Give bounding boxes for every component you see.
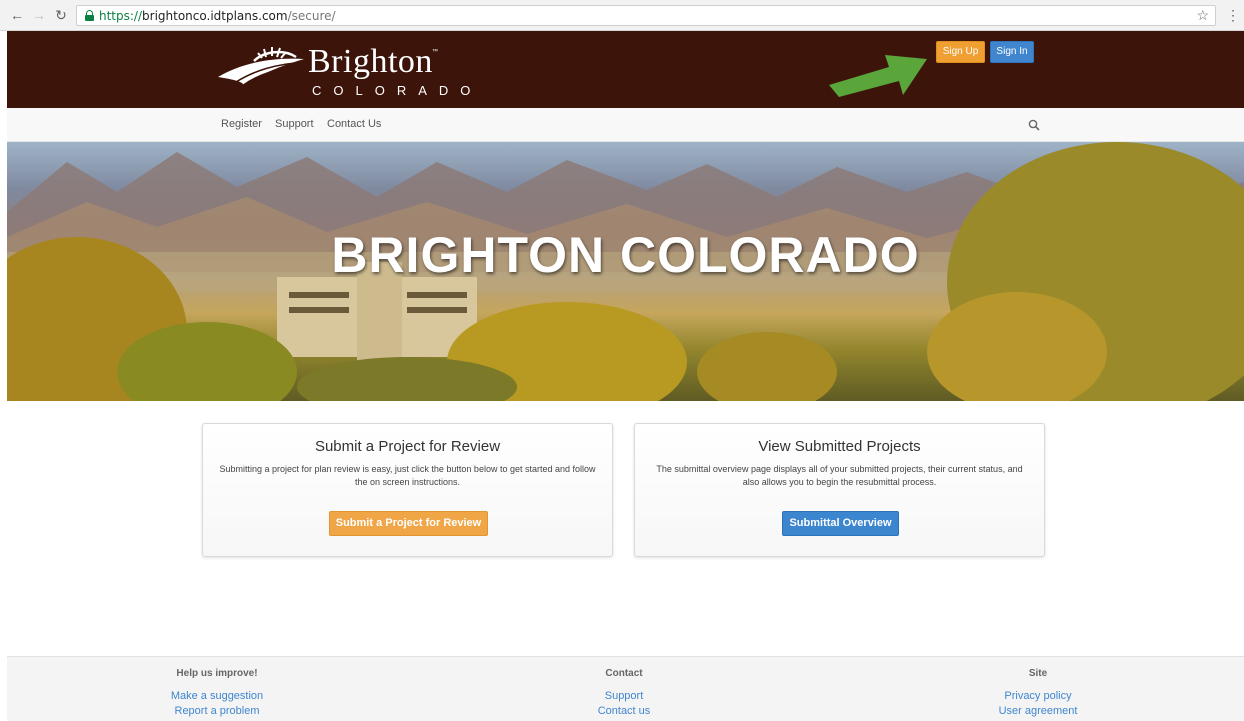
footer-support-link[interactable]: Support xyxy=(524,690,724,702)
browser-chrome: ← → ↻ https://brightonco.idtplans.com/se… xyxy=(0,0,1244,31)
nav-contact-us-link[interactable]: Contact Us xyxy=(327,118,381,130)
footer-heading: Contact xyxy=(605,668,643,679)
green-arrow-icon xyxy=(829,55,927,97)
footer-heading: Site xyxy=(1028,668,1048,679)
url-text: https://brightonco.idtplans.com/secure/ xyxy=(99,9,336,23)
site-header: Brighton ™ COLORADO Sign Up Sign In xyxy=(7,31,1244,108)
panel-description: The submittal overview page displays all… xyxy=(656,464,1023,487)
submit-project-panel: Submit a Project for Review Submitting a… xyxy=(202,423,613,557)
back-arrow-icon[interactable]: ← xyxy=(8,6,26,24)
nav-register-link[interactable]: Register xyxy=(221,118,262,130)
logo-wordmark: Brighton xyxy=(308,43,433,80)
reload-icon[interactable]: ↻ xyxy=(52,6,70,24)
submit-project-button[interactable]: Submit a Project for Review xyxy=(329,511,488,536)
make-suggestion-link[interactable]: Make a suggestion xyxy=(117,690,317,702)
logo-trademark: ™ xyxy=(432,49,438,55)
search-icon[interactable] xyxy=(1028,119,1040,131)
address-bar[interactable]: https://brightonco.idtplans.com/secure/ … xyxy=(76,5,1216,26)
report-problem-link[interactable]: Report a problem xyxy=(117,705,317,717)
forward-arrow-icon[interactable]: → xyxy=(30,6,48,24)
footer-column-contact: Contact Support Contact us xyxy=(524,657,724,717)
hero-title: BRIGHTON COLORADO xyxy=(331,227,920,283)
sign-up-button[interactable]: Sign Up xyxy=(936,41,985,63)
footer-column-help: Help us improve! Make a suggestion Repor… xyxy=(117,657,317,717)
panel-title: Submit a Project for Review xyxy=(314,438,501,455)
menu-kebab-icon[interactable]: ⋮ xyxy=(1226,6,1240,24)
submittal-overview-button[interactable]: Submittal Overview xyxy=(782,511,899,536)
panel-description: Submitting a project for plan review is … xyxy=(219,464,596,487)
nav-support-link[interactable]: Support xyxy=(275,118,314,130)
footer-contact-us-link[interactable]: Contact us xyxy=(524,705,724,717)
lock-icon xyxy=(85,10,94,21)
user-agreement-link[interactable]: User agreement xyxy=(938,705,1138,717)
brighton-logo[interactable]: Brighton ™ COLORADO xyxy=(214,39,470,101)
bookmark-star-icon[interactable]: ☆ xyxy=(1196,7,1209,24)
logo-subtitle: COLORADO xyxy=(312,83,483,98)
site-footer: Help us improve! Make a suggestion Repor… xyxy=(7,656,1244,721)
privacy-policy-link[interactable]: Privacy policy xyxy=(938,690,1138,702)
sign-in-button[interactable]: Sign In xyxy=(990,41,1034,63)
hero-banner: BRIGHTON COLORADO xyxy=(7,142,1244,401)
view-projects-panel: View Submitted Projects The submittal ov… xyxy=(634,423,1045,557)
panel-title: View Submitted Projects xyxy=(758,438,921,455)
footer-heading: Help us improve! xyxy=(176,668,258,679)
logo-swoosh-icon xyxy=(218,47,307,86)
footer-column-site: Site Privacy policy User agreement xyxy=(938,657,1138,717)
nav-bar: Register Support Contact Us xyxy=(7,108,1244,142)
